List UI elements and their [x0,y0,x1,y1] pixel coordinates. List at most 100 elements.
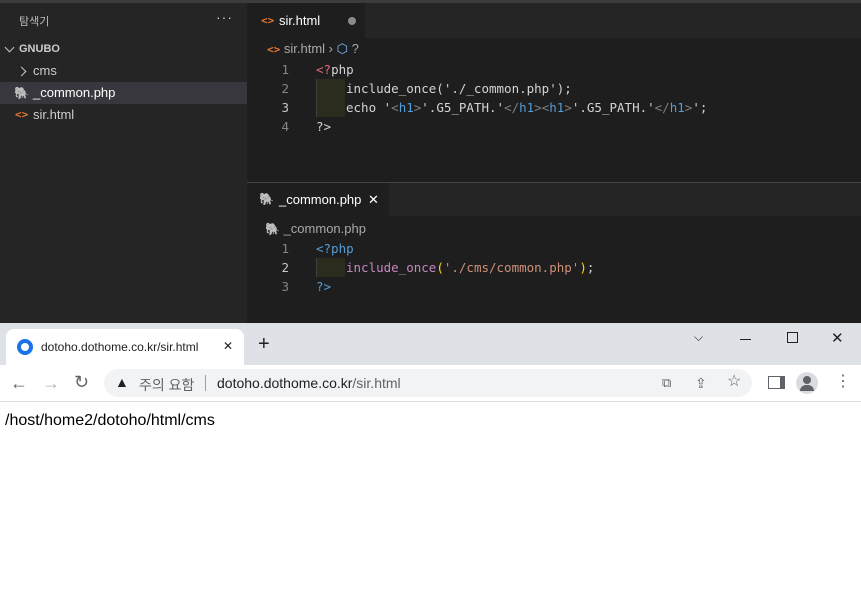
chevron-down-icon [4,42,15,53]
breadcrumb-file[interactable]: _common.php [284,221,366,236]
line-number: 1 [281,241,289,256]
code-token: echo ' [346,100,392,115]
code-token: php [331,62,354,77]
code-token: ?> [316,119,332,134]
back-icon[interactable]: ← [10,374,28,392]
tab-common-php[interactable]: 🐘 _common.php ✕ [247,183,389,216]
code-token: '; [692,100,708,115]
editor-tabbar: <> sir.html [247,3,861,38]
explorer-item-sir-html[interactable]: <> sir.html [0,104,247,126]
code-token: </ [654,100,670,115]
code-token: h1 [398,100,414,115]
translate-icon[interactable]: ⧉ [662,375,671,391]
breadcrumb: 🐘 _common.php [265,221,366,236]
html-code-icon: <> [15,108,29,121]
code-line[interactable]: include_once('./cms/common.php'); [346,258,594,277]
breadcrumb: <> sir.html › ⬡ ? [267,41,359,57]
php-elephant-icon: 🐘 [14,86,29,100]
tab-label: _common.php [279,192,362,207]
line-number: 1 [281,62,289,77]
reload-icon[interactable]: ↻ [74,373,89,391]
indent-guide [316,258,345,277]
explorer-item-label: sir.html [33,107,75,122]
editor-tabbar: 🐘 _common.php ✕ [247,183,861,216]
close-icon[interactable]: ✕ [368,183,379,216]
code-token: include_once [346,260,437,275]
code-token: < [391,100,399,115]
close-tab-icon[interactable]: ✕ [223,339,233,353]
unsaved-dot-icon[interactable] [348,17,356,25]
address-bar[interactable]: ▲ 주의 요함 dotoho.dothome.co.kr/sir.html ⧉ … [104,369,752,397]
new-tab-button[interactable]: + [258,333,270,356]
line-number: 4 [281,119,289,134]
php-elephant-icon: 🐘 [259,192,274,206]
page-body-text: /host/home2/dotoho/html/cms [5,412,215,429]
breadcrumb-symbol[interactable]: ? [352,41,359,56]
browser-tabstrip: dotoho.dothome.co.kr/sir.html ✕ + ⌵ ✕ [0,323,861,365]
code-token: h1 [669,100,685,115]
code-token: include_once('./_common.php'); [346,81,572,96]
security-label[interactable]: 주의 요함 [139,375,194,395]
code-line[interactable]: include_once('./_common.php'); [346,79,572,98]
omnibox-divider [205,375,206,391]
tab-label: sir.html [279,13,321,28]
more-actions-icon[interactable]: ··· [216,9,233,25]
explorer-item-label: cms [33,63,57,78]
bookmark-star-icon[interactable]: ☆ [727,374,741,390]
code-token: ( [436,260,444,275]
browser-toolbar: ← → ↻ ▲ 주의 요함 dotoho.dothome.co.kr/sir.h… [0,365,861,402]
explorer-sidebar: 탐색기 ··· GNUBO cms 🐘 _common.php <> sir.h… [0,3,247,323]
code-token: >< [534,100,550,115]
line-number: 3 [281,100,289,115]
vscode-window: 탐색기 ··· GNUBO cms 🐘 _common.php <> sir.h… [0,0,861,323]
code-token: ; [586,260,595,275]
cube-icon: ⬡ [336,41,348,56]
close-window-icon[interactable]: ✕ [831,329,844,347]
code-token: ) [579,260,587,275]
explorer-item-cms[interactable]: cms [0,60,247,82]
minimize-icon[interactable] [740,339,751,340]
html-code-icon: <> [267,43,281,56]
share-icon[interactable]: ⇪ [695,375,707,391]
line-number: 2 [281,81,289,96]
browser-tab[interactable]: dotoho.dothome.co.kr/sir.html ✕ [6,329,244,365]
code-token: </ [504,100,520,115]
code-line[interactable]: <?php [316,239,354,258]
folder-label: GNUBO [19,43,60,55]
side-panel-icon[interactable] [768,376,785,389]
chevron-right-icon [16,66,27,77]
maximize-icon[interactable] [787,332,798,343]
code-line[interactable]: ?> [316,117,331,136]
url-host: dotoho.dothome.co.kr [217,375,353,391]
tab-sir-html[interactable]: <> sir.html [247,3,365,38]
php-elephant-icon: 🐘 [265,222,280,236]
breadcrumb-file[interactable]: sir.html [284,41,325,56]
chevron-right-icon: › [328,41,334,56]
code-token: '.G5_PATH.' [421,100,505,115]
indent-guide [316,79,345,98]
warning-icon[interactable]: ▲ [115,374,129,390]
url-path: /sir.html [352,375,401,391]
profile-avatar-icon[interactable] [796,372,818,394]
menu-kebab-icon[interactable]: ⋮ [835,374,851,390]
code-token: ?> [316,279,332,294]
line-number: 2 [281,260,289,275]
forward-icon[interactable]: → [42,374,60,392]
folder-gnubo[interactable]: GNUBO [0,38,247,60]
indent-guide [316,98,345,117]
code-line[interactable]: <?php [316,60,354,79]
code-token: h1 [519,100,535,115]
line-number: 3 [281,279,289,294]
code-token: h1 [549,100,565,115]
site-favicon-icon [17,339,33,355]
browser-window: dotoho.dothome.co.kr/sir.html ✕ + ⌵ ✕ ← … [0,323,861,597]
code-token: '.G5_PATH.' [571,100,655,115]
code-line[interactable]: echo '<h1>'.G5_PATH.'</h1><h1>'.G5_PATH.… [346,98,707,117]
code-token: <?php [316,241,354,256]
tab-search-icon[interactable]: ⌵ [694,330,703,345]
url-text[interactable]: dotoho.dothome.co.kr/sir.html [217,375,401,391]
code-token: > [564,100,572,115]
tab-title: dotoho.dothome.co.kr/sir.html [41,340,199,354]
code-line[interactable]: ?> [316,277,331,296]
explorer-item-common-php[interactable]: 🐘 _common.php [0,82,247,104]
